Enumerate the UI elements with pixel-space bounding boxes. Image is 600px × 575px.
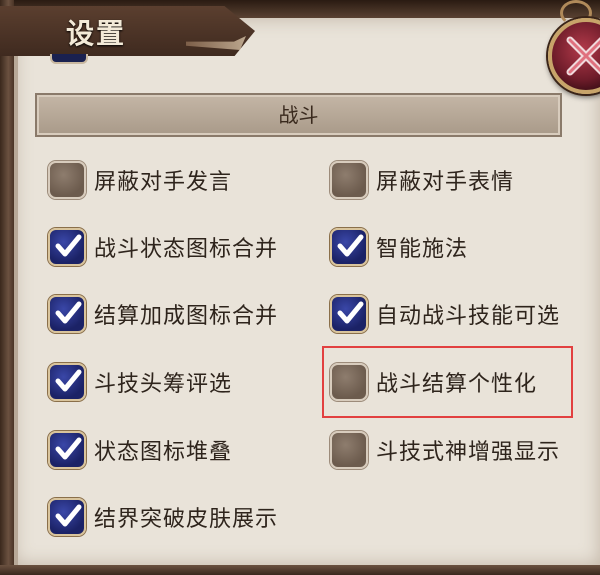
checkmark-icon: [55, 369, 82, 392]
option-label: 战斗状态图标合并: [94, 237, 279, 262]
option-realm-raid-skin-display[interactable]: 结界突破皮肤展示: [48, 497, 278, 537]
page-title: 设置: [66, 17, 127, 50]
option-block-opponent-chat[interactable]: 屏蔽对手发言: [48, 160, 232, 200]
option-label: 自动战斗技能可选: [376, 304, 561, 329]
checkbox[interactable]: [48, 498, 86, 536]
option-label: 屏蔽对手表情: [376, 170, 515, 195]
checkbox[interactable]: [48, 363, 86, 401]
title-tab: [0, 6, 255, 56]
checkbox[interactable]: [48, 228, 86, 266]
checkbox[interactable]: [330, 161, 368, 199]
window-frame-bottom: [0, 565, 600, 575]
option-label: 状态图标堆叠: [94, 440, 233, 465]
checkbox[interactable]: [48, 161, 86, 199]
checkbox[interactable]: [330, 431, 368, 469]
section-header-battle: 战斗: [35, 93, 562, 137]
option-label: 结算加成图标合并: [94, 304, 279, 329]
checkmark-icon: [55, 234, 82, 257]
close-icon: [566, 36, 600, 76]
option-merge-settlement-bonus-icons[interactable]: 结算加成图标合并: [48, 294, 278, 334]
panel-edge: [14, 18, 18, 565]
checkbox[interactable]: [48, 295, 86, 333]
window-frame-left: [0, 0, 14, 575]
checkbox[interactable]: [48, 431, 86, 469]
option-smart-cast[interactable]: 智能施法: [330, 227, 468, 267]
checkmark-icon: [55, 504, 82, 527]
checkmark-icon: [337, 301, 364, 324]
option-label: 斗技式神增强显示: [376, 440, 561, 465]
partially-hidden-checkbox[interactable]: [50, 54, 88, 64]
option-auto-battle-skill-select[interactable]: 自动战斗技能可选: [330, 294, 560, 334]
checkbox[interactable]: [330, 228, 368, 266]
checkbox[interactable]: [330, 295, 368, 333]
checkmark-icon: [55, 301, 82, 324]
option-label: 斗技头筹评选: [94, 372, 233, 397]
option-label: 智能施法: [376, 237, 469, 262]
highlight-annotation-box: [322, 346, 573, 418]
checkmark-icon: [55, 437, 82, 460]
checkmark-icon: [337, 234, 364, 257]
option-merge-battle-status-icons[interactable]: 战斗状态图标合并: [48, 227, 278, 267]
option-pvp-top-pick[interactable]: 斗技头筹评选: [48, 362, 232, 402]
option-block-opponent-emotes[interactable]: 屏蔽对手表情: [330, 160, 514, 200]
option-pvp-shikigami-enhanced-display[interactable]: 斗技式神增强显示: [330, 430, 560, 470]
option-label: 结界突破皮肤展示: [94, 507, 279, 532]
option-stack-status-icons[interactable]: 状态图标堆叠: [48, 430, 232, 470]
option-label: 屏蔽对手发言: [94, 170, 233, 195]
section-title: 战斗: [278, 103, 319, 127]
